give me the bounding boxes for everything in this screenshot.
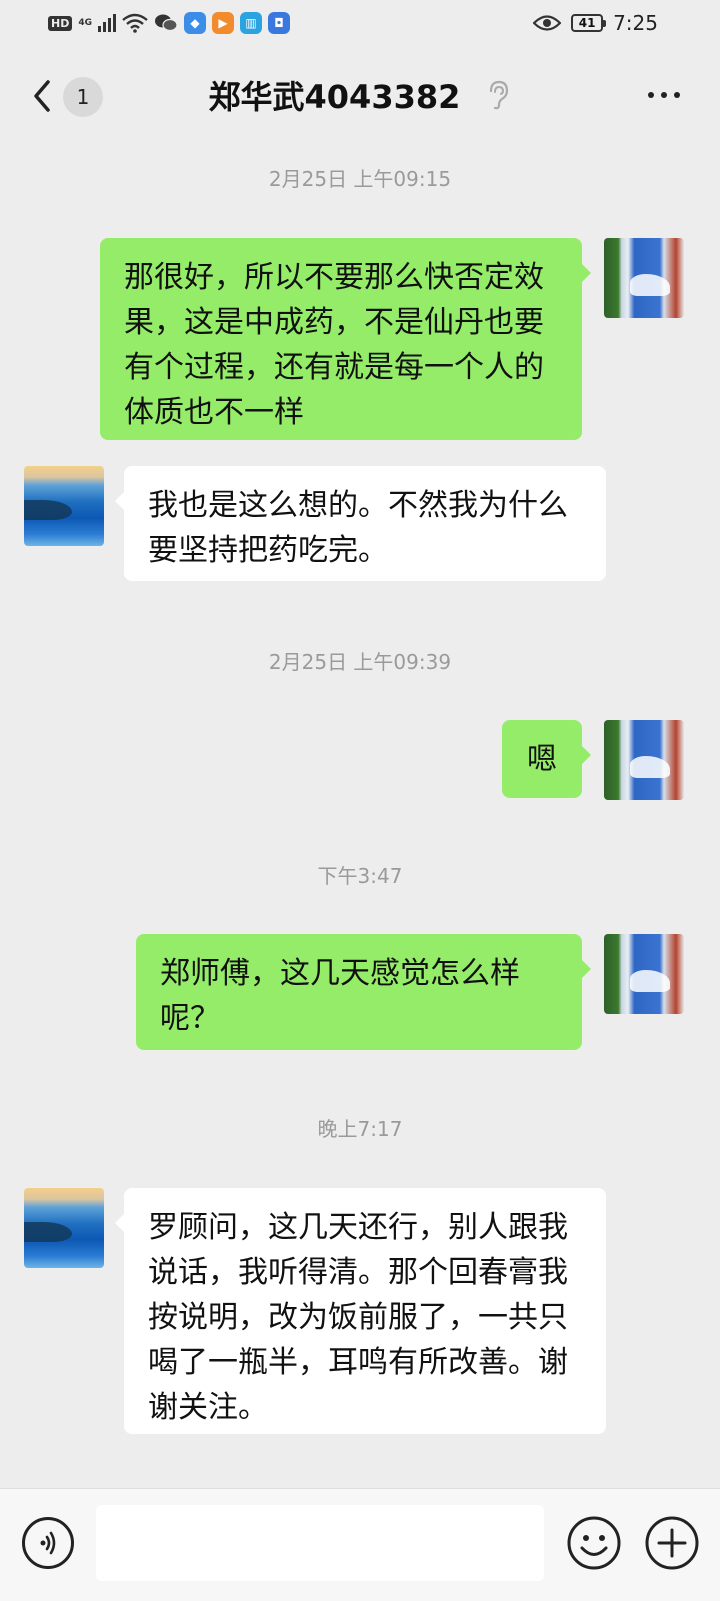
eye-icon <box>533 15 562 31</box>
message-input[interactable] <box>96 1505 544 1581</box>
signal-icon <box>98 14 116 32</box>
title-wrap: 郑华武4043382 <box>0 72 720 118</box>
network-type: 4G <box>78 17 92 28</box>
more-icon[interactable] <box>648 92 680 98</box>
battery-indicator: 41 <box>571 14 607 32</box>
contact-avatar[interactable] <box>24 466 104 546</box>
message-bubble-incoming[interactable]: 我也是这么想的。不然我为什么要坚持把药吃完。 <box>115 466 606 581</box>
timestamp: 下午3:47 <box>317 864 403 888</box>
contact-avatar[interactable] <box>24 1188 104 1268</box>
timestamp: 2月25日 上午09:15 <box>268 167 452 191</box>
status-right: 41 7:25 <box>533 10 658 36</box>
hd-indicator: HD <box>48 15 73 31</box>
chat-header: 1 郑华武4043382 <box>0 48 720 144</box>
status-bar: HD 4G ◆ ▶ ▥ ◘ 41 7:25 <box>0 0 720 48</box>
self-avatar[interactable] <box>604 238 684 318</box>
emoji-icon[interactable] <box>566 1515 622 1571</box>
ear-icon <box>490 80 509 110</box>
message-bubble-outgoing[interactable]: 嗯 <box>502 720 591 798</box>
input-bar <box>0 1488 720 1601</box>
message-bubble-outgoing[interactable]: 那很好，所以不要那么快否定效果，这是中成药，不是仙丹也要有个过程，还有就是每一个… <box>100 238 591 440</box>
app-notification-icon: ◆ <box>184 12 206 34</box>
status-left: HD 4G ◆ ▶ ▥ ◘ <box>48 10 290 36</box>
voice-icon[interactable] <box>22 1517 74 1569</box>
security-app-icon: ◘ <box>268 12 290 34</box>
video-app-icon: ▶ <box>212 12 234 34</box>
message-bubble-incoming[interactable]: 罗顾问，这几天还行，别人跟我说话，我听得清。那个回春膏我按说明，改为饭前服了，一… <box>115 1188 606 1434</box>
chat-title: 郑华武4043382 <box>208 78 461 116</box>
timestamp: 2月25日 上午09:39 <box>268 650 452 674</box>
reader-app-icon: ▥ <box>240 12 262 34</box>
self-avatar[interactable] <box>604 720 684 800</box>
wechat-notification-icon <box>155 14 178 32</box>
wifi-icon <box>122 13 148 33</box>
message-bubble-outgoing[interactable]: 郑师傅，这几天感觉怎么样呢？ <box>136 934 591 1050</box>
plus-icon[interactable] <box>644 1515 700 1571</box>
timestamp: 晚上7:17 <box>317 1117 403 1141</box>
clock: 7:25 <box>613 11 658 35</box>
self-avatar[interactable] <box>604 934 684 1014</box>
